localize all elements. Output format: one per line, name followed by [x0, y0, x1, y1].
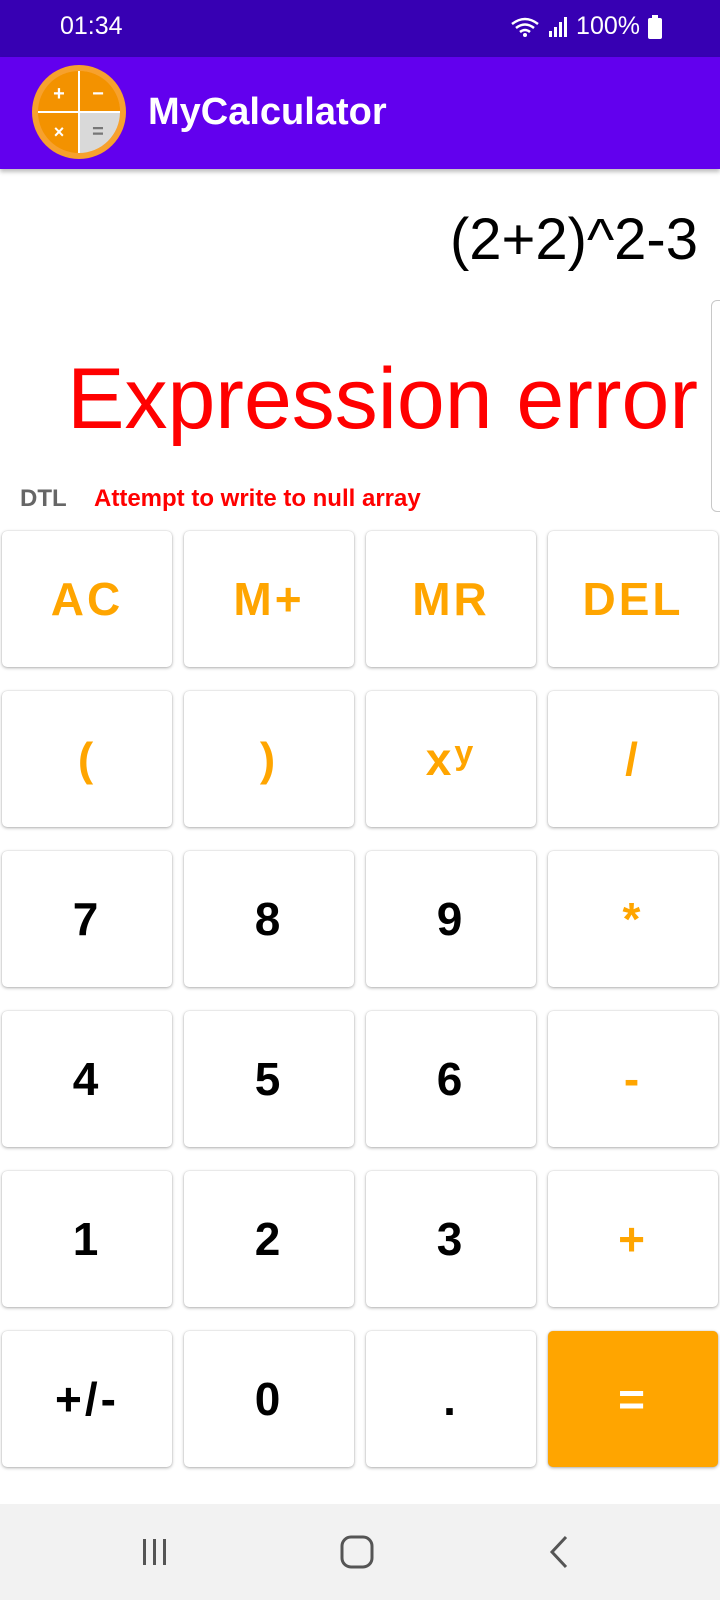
calculator-logo-icon: + − × =	[30, 63, 128, 161]
decimal-button[interactable]: .	[366, 1331, 536, 1467]
status-icons: 100%	[510, 12, 662, 41]
digit-0-button[interactable]: 0	[184, 1331, 354, 1467]
close-paren-button[interactable]: )	[184, 691, 354, 827]
digit-8-button[interactable]: 8	[184, 851, 354, 987]
error-detail: Attempt to write to null array	[94, 485, 421, 512]
expression-display: (2+2)^2-3	[449, 207, 698, 272]
app-bar: + − × = MyCalculator	[0, 57, 720, 169]
back-icon[interactable]	[534, 1532, 584, 1572]
signal-icon	[548, 16, 568, 38]
divide-button[interactable]: /	[548, 691, 718, 827]
memory-recall-button[interactable]: MR	[366, 531, 536, 667]
memory-add-button[interactable]: M+	[184, 531, 354, 667]
power-exponent: y	[454, 733, 477, 772]
multiply-button[interactable]: *	[548, 851, 718, 987]
power-button[interactable]: xy	[366, 691, 536, 827]
navigation-bar	[0, 1504, 720, 1600]
status-time: 01:34	[60, 12, 123, 40]
equals-button[interactable]: =	[548, 1331, 718, 1467]
subtract-button[interactable]: -	[548, 1011, 718, 1147]
keypad: AC M+ MR DEL ( ) xy / 7 8 9 * 4 5 6 - 1 …	[2, 531, 720, 1467]
digit-6-button[interactable]: 6	[366, 1011, 536, 1147]
add-button[interactable]: +	[548, 1171, 718, 1307]
battery-text: 100%	[576, 12, 640, 40]
svg-text:−: −	[92, 83, 104, 105]
app-title: MyCalculator	[148, 91, 387, 133]
svg-text:×: ×	[54, 122, 65, 142]
digit-2-button[interactable]: 2	[184, 1171, 354, 1307]
result-display: Expression error	[67, 351, 698, 447]
power-base: x	[425, 733, 455, 785]
digit-9-button[interactable]: 9	[366, 851, 536, 987]
open-paren-button[interactable]: (	[2, 691, 172, 827]
svg-text:+: +	[53, 83, 65, 105]
home-icon[interactable]	[332, 1532, 382, 1572]
wifi-icon	[510, 16, 540, 38]
angle-mode-label: DTL	[20, 485, 67, 512]
digit-4-button[interactable]: 4	[2, 1011, 172, 1147]
digit-3-button[interactable]: 3	[366, 1171, 536, 1307]
delete-button[interactable]: DEL	[548, 531, 718, 667]
svg-text:=: =	[92, 121, 104, 143]
negate-button[interactable]: +/-	[2, 1331, 172, 1467]
digit-5-button[interactable]: 5	[184, 1011, 354, 1147]
battery-icon	[648, 14, 662, 39]
scroll-handle[interactable]	[711, 300, 720, 512]
digit-7-button[interactable]: 7	[2, 851, 172, 987]
digit-1-button[interactable]: 1	[2, 1171, 172, 1307]
all-clear-button[interactable]: AC	[2, 531, 172, 667]
recent-apps-icon[interactable]	[130, 1532, 180, 1572]
status-bar: 01:34 100%	[0, 0, 720, 57]
